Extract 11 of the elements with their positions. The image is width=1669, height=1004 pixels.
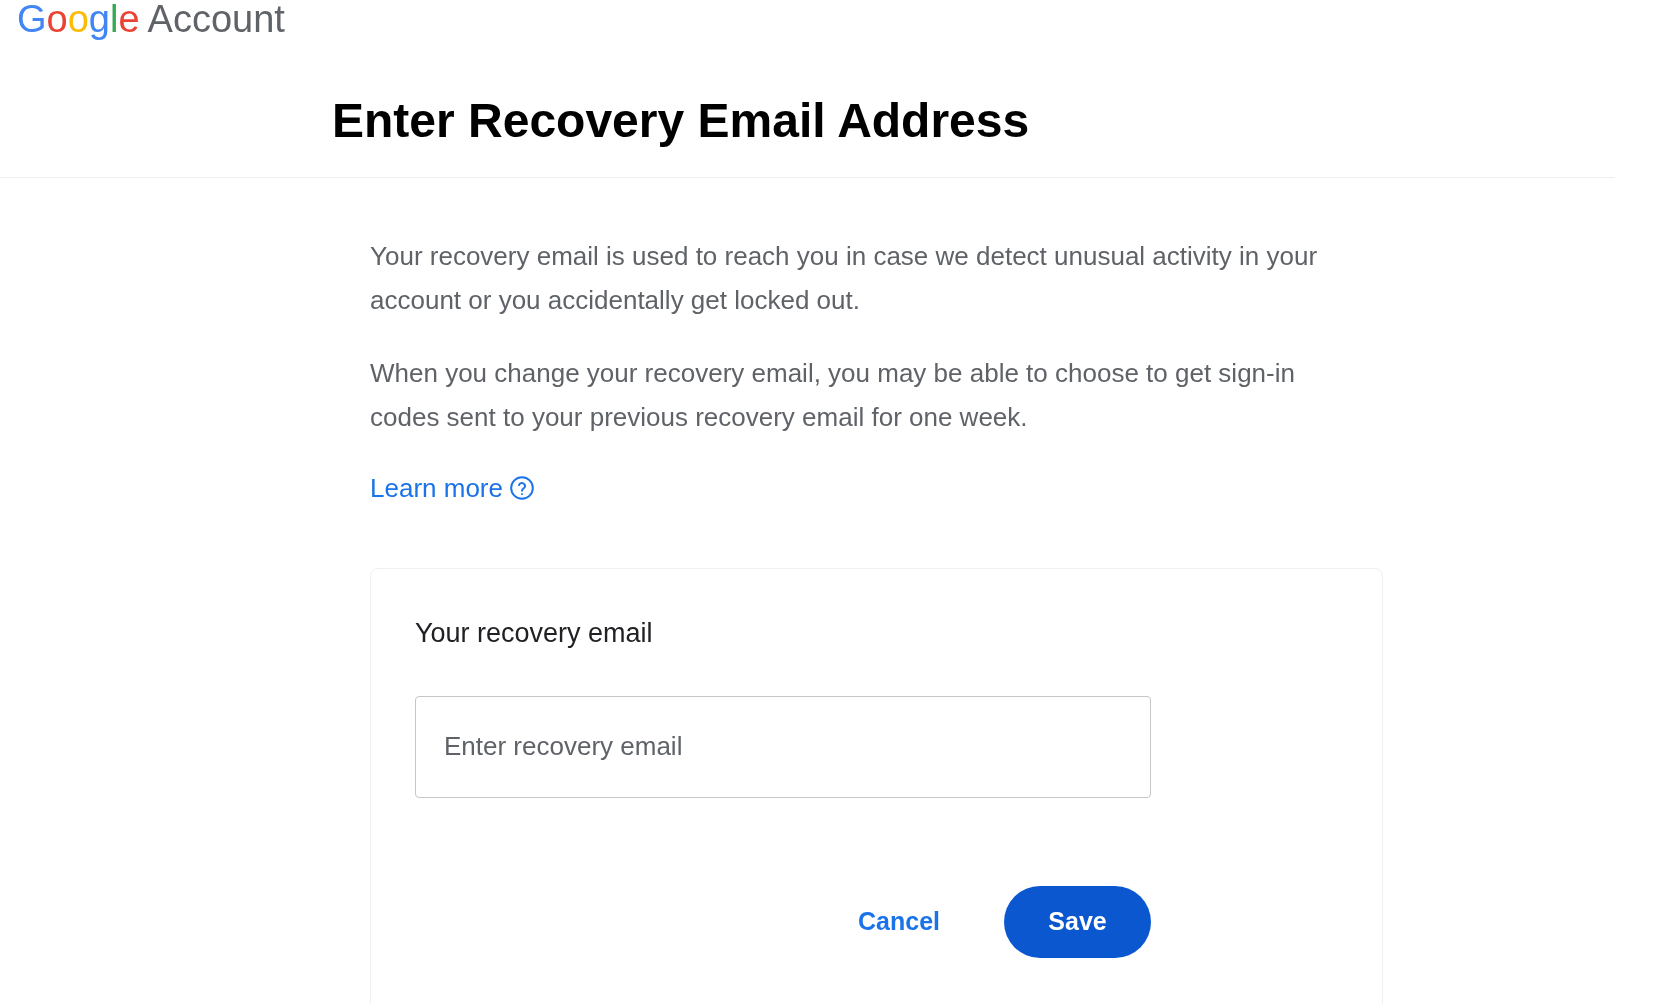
cancel-button[interactable]: Cancel	[850, 892, 948, 951]
learn-more-link[interactable]: Learn more	[370, 466, 503, 510]
field-label: Your recovery email	[415, 617, 654, 650]
logo-wordmark: Google	[17, 0, 140, 38]
product-name: Account	[147, 0, 285, 38]
description-text: When you change your recovery email, you may be able to choose to get sign-in codes sent to your previous recovery email for one week.	[370, 357, 1296, 434]
description-text: Your recovery email is used to reach you in case we detect unusual activity in your account or you accidentally get locked out.	[370, 240, 1319, 317]
page-title: Enter Recovery Email Address	[332, 93, 1031, 149]
save-button[interactable]: Save	[1004, 885, 1151, 958]
recovery-email-field[interactable]: Enter recovery email	[415, 695, 1151, 798]
help-icon	[508, 475, 535, 501]
